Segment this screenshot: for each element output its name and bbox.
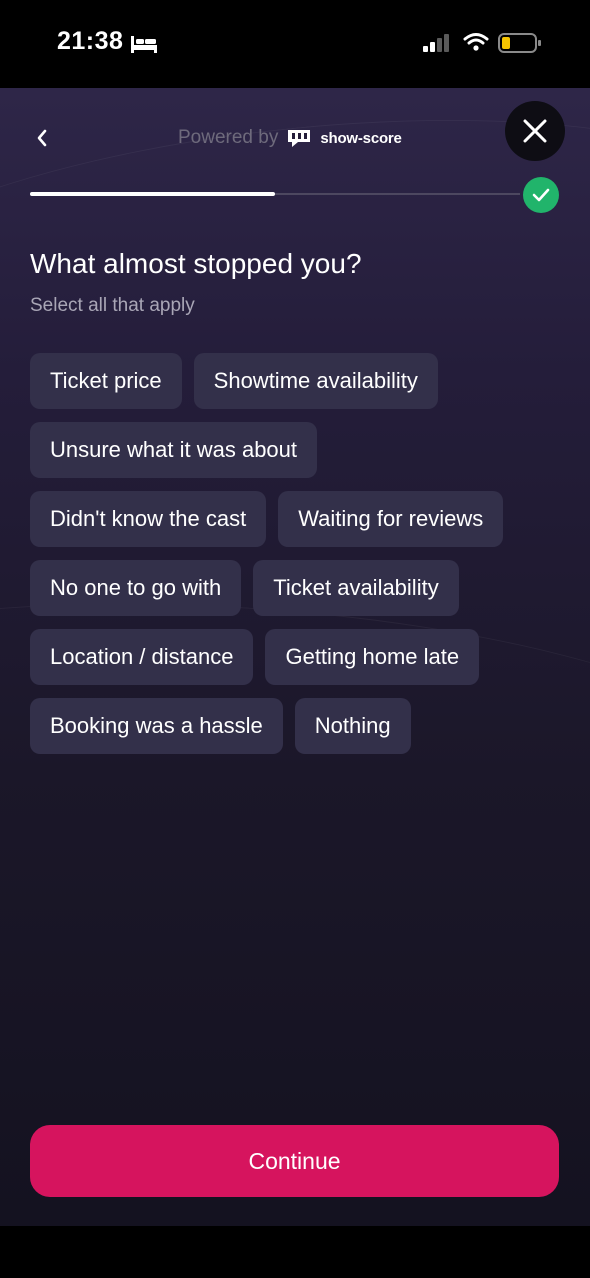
option-chip[interactable]: Nothing bbox=[294, 698, 411, 754]
option-chip[interactable]: Getting home late bbox=[265, 629, 480, 685]
check-icon bbox=[532, 188, 550, 202]
close-button[interactable] bbox=[505, 101, 565, 161]
chevron-left-icon bbox=[37, 129, 47, 147]
option-row: Didn't know the cast Waiting for reviews bbox=[30, 491, 570, 547]
option-chip[interactable]: Ticket price bbox=[30, 353, 182, 409]
option-chip[interactable]: Location / distance bbox=[30, 629, 254, 685]
option-chip[interactable]: Ticket availability bbox=[253, 560, 459, 616]
options-list: Ticket price Showtime availability Unsur… bbox=[30, 353, 570, 767]
survey-screen: Powered by show-score What almost stoppe… bbox=[0, 88, 590, 1226]
option-chip[interactable]: No one to go with bbox=[30, 560, 242, 616]
progress-fill bbox=[30, 192, 275, 196]
option-chip[interactable]: Didn't know the cast bbox=[30, 491, 267, 547]
show-score-logo-icon bbox=[288, 130, 311, 147]
option-chip[interactable]: Showtime availability bbox=[193, 353, 438, 409]
progress-track bbox=[30, 192, 520, 196]
option-row: No one to go with Ticket availability bbox=[30, 560, 570, 616]
status-bar: 21:38 bbox=[0, 0, 590, 88]
powered-by-label: Powered by bbox=[178, 127, 279, 148]
progress-complete-badge bbox=[523, 177, 559, 213]
bottom-bar bbox=[0, 1226, 590, 1278]
question-title: What almost stopped you? bbox=[30, 248, 362, 279]
option-row: Ticket price Showtime availability bbox=[30, 353, 570, 409]
option-row: Unsure what it was about bbox=[30, 422, 570, 478]
brand-name: show-score bbox=[320, 129, 402, 147]
back-button[interactable] bbox=[28, 124, 56, 152]
powered-by: Powered by show-score bbox=[178, 124, 402, 152]
option-chip[interactable]: Unsure what it was about bbox=[30, 422, 318, 478]
battery-icon bbox=[498, 33, 541, 53]
option-chip[interactable]: Booking was a hassle bbox=[30, 698, 283, 754]
question-subtitle: Select all that apply bbox=[30, 295, 195, 316]
wifi-icon bbox=[463, 33, 489, 51]
option-row: Location / distance Getting home late bbox=[30, 629, 570, 685]
status-time: 21:38 bbox=[57, 27, 124, 55]
option-row: Booking was a hassle Nothing bbox=[30, 698, 570, 754]
option-chip[interactable]: Waiting for reviews bbox=[278, 491, 504, 547]
continue-button[interactable]: Continue bbox=[30, 1125, 559, 1197]
close-icon bbox=[523, 119, 547, 143]
cellular-signal-icon bbox=[423, 34, 449, 52]
bed-icon bbox=[131, 36, 157, 53]
